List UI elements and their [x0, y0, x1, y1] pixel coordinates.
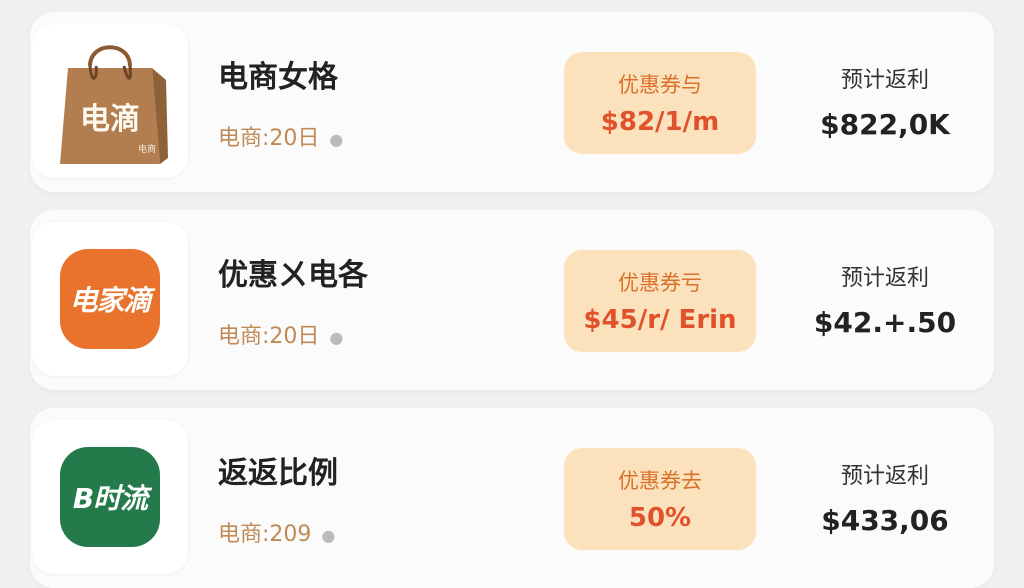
meta-text: 电商:209: [218, 522, 312, 547]
rebate-label: 预计返利: [840, 464, 929, 489]
list-item[interactable]: B时流 返返比例 电商:209 ● 优惠券去 50% 预计返利 $433,06: [30, 408, 994, 588]
item-meta: 电商:209 ●: [218, 516, 335, 548]
rebate-block: 预计返利 $822,0K: [800, 62, 970, 141]
coupon-badge[interactable]: 优惠券去 50%: [564, 448, 756, 550]
shopping-bag-icon: 电滴 电商: [50, 36, 170, 166]
app-logo-box: 电家滴: [32, 222, 188, 376]
list-item[interactable]: 电滴 电商 电商女格 电商:20日 ● 优惠券与 $82/1/m 预计返利 $82…: [30, 12, 994, 192]
item-title: 返返比例: [218, 456, 338, 491]
rebate-block: 预计返利 $433,06: [800, 458, 970, 537]
coupon-value: $45/r/ Erin: [583, 305, 737, 335]
dot-icon: ●: [329, 130, 344, 149]
app-logo: B时流: [60, 447, 160, 547]
rebate-list: 电滴 电商 电商女格 电商:20日 ● 优惠券与 $82/1/m 预计返利 $82…: [0, 0, 1024, 588]
dot-icon: ●: [329, 328, 344, 347]
coupon-label: 优惠券亏: [618, 271, 702, 295]
item-title: 优惠ㄨ电各: [218, 258, 368, 293]
meta-text: 电商:20日: [218, 126, 320, 151]
list-item[interactable]: 电家滴 优惠ㄨ电各 电商:20日 ● 优惠券亏 $45/r/ Erin 预计返利 …: [30, 210, 994, 390]
coupon-value: 50%: [628, 503, 692, 533]
item-title: 电商女格: [218, 60, 338, 95]
app-logo: 电家滴: [60, 249, 160, 349]
logo-text: 电滴: [80, 102, 140, 137]
item-meta: 电商:20日 ●: [218, 318, 343, 350]
rebate-label: 预计返利: [840, 68, 929, 93]
app-logo-box: B时流: [32, 420, 188, 574]
rebate-value: $433,06: [821, 504, 949, 537]
app-logo-box: 电滴 电商: [32, 24, 188, 178]
coupon-badge[interactable]: 优惠券与 $82/1/m: [564, 52, 756, 154]
rebate-block: 预计返利 $42.+.50: [800, 260, 970, 339]
dot-icon: ●: [321, 526, 336, 545]
logo-text: B时流: [72, 482, 148, 515]
rebate-value: $42.+.50: [813, 306, 957, 339]
rebate-label: 预计返利: [840, 266, 929, 291]
coupon-badge[interactable]: 优惠券亏 $45/r/ Erin: [564, 250, 756, 352]
rebate-value: $822,0K: [820, 108, 950, 141]
meta-text: 电商:20日: [218, 324, 320, 349]
coupon-label: 优惠券与: [618, 73, 702, 97]
item-meta: 电商:20日 ●: [218, 120, 343, 152]
logo-text: 电家滴: [69, 284, 151, 317]
coupon-value: $82/1/m: [600, 107, 720, 137]
coupon-label: 优惠券去: [618, 469, 702, 493]
logo-subtext: 电商: [138, 145, 157, 155]
